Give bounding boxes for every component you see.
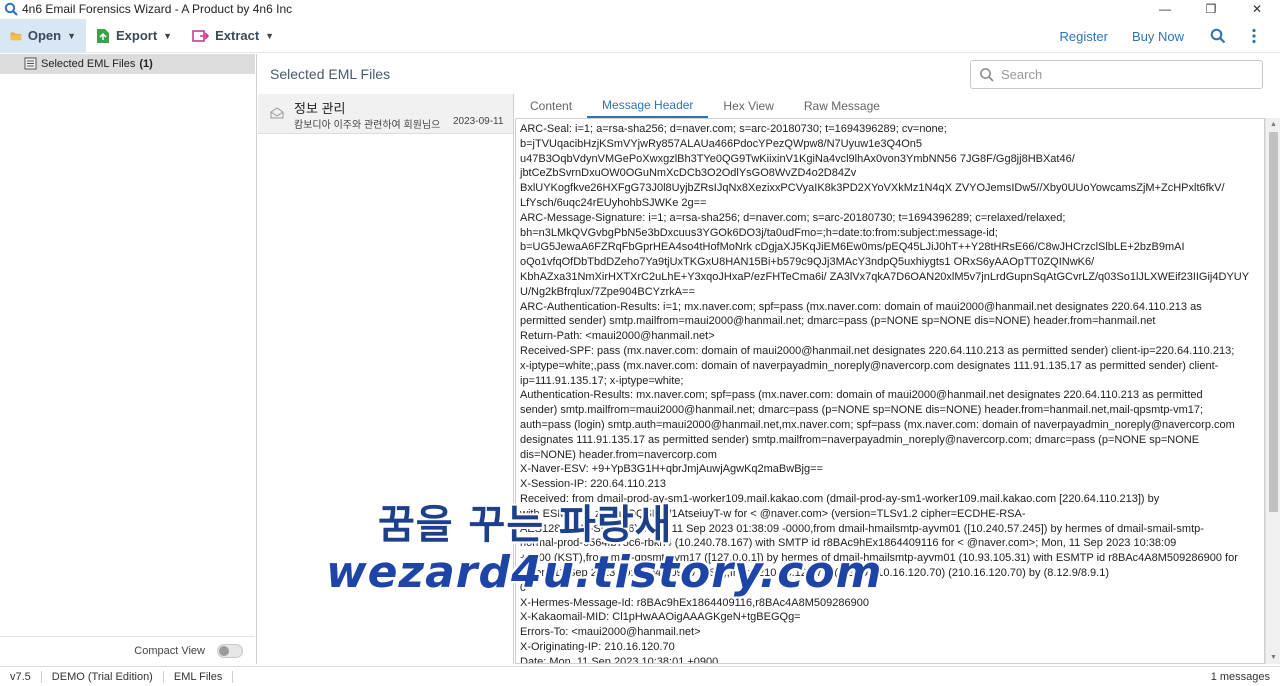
window-controls: — ❐ ✕ xyxy=(1142,0,1280,18)
header-line: bh=n3LMkQVGvbgPbN5e3bDxcuus3YGOk6DO3j/ta… xyxy=(520,226,998,239)
status-edition: DEMO (Trial Edition) xyxy=(42,670,164,683)
header-line: Received: from dmail-prod-ay-sm1-worker1… xyxy=(520,492,1160,505)
title-bar: 4n6 Email Forensics Wizard - A Product b… xyxy=(0,0,1280,18)
header-line: ARC-Message-Signature: i=1; a=rsa-sha256… xyxy=(520,211,1066,224)
vertical-scrollbar[interactable]: ▲ ▼ xyxy=(1265,118,1280,664)
close-button[interactable]: ✕ xyxy=(1234,0,1280,18)
header-line: AES128-GCM-SHA256); Mon, 11 Sep 2023 01:… xyxy=(520,522,1204,535)
header-line: Errors-To: <maui2000@hanmail.net> xyxy=(520,626,701,639)
extract-label: Extract xyxy=(215,28,260,43)
status-message-count: 1 messages xyxy=(1210,671,1270,683)
header-line: X-Naver-ESV: +9+YpB3G1H+qbrJmjAuwjAgwKq2… xyxy=(520,463,823,476)
header-line: x-iptype=white;,pass (mx.naver.com: doma… xyxy=(520,359,1219,372)
search-icon xyxy=(980,67,994,82)
export-label: Export xyxy=(116,28,158,43)
chevron-down-icon: ▼ xyxy=(265,30,275,41)
message-date: 2023-09-11 xyxy=(453,116,504,127)
page-title: Selected EML Files xyxy=(270,66,391,82)
envelope-icon xyxy=(270,107,284,119)
export-button[interactable]: Export ▼ xyxy=(86,19,182,53)
open-label: Open xyxy=(27,28,62,43)
view-tabs: Content Message Header Hex View Raw Mess… xyxy=(515,94,1280,118)
header-line: ARC-Authentication-Results: i=1; mx.nave… xyxy=(520,300,1202,313)
search-box xyxy=(970,60,1263,89)
scroll-down-icon[interactable]: ▼ xyxy=(1269,653,1278,662)
header-line: designates 111.91.135.17 as permitted se… xyxy=(520,433,1200,446)
chevron-down-icon: ▼ xyxy=(67,30,76,41)
tab-raw-message[interactable]: Raw Message xyxy=(789,94,895,118)
tab-content[interactable]: Content xyxy=(515,94,587,118)
header-line: Date: Mon, 11 Sep 2023 10:38:01 +0900 xyxy=(520,655,719,664)
toolbar: Open ▼ Export ▼ Extract ▼ Register Buy N… xyxy=(0,18,1280,53)
header-line: with ESMTP id zzy-hqOQSMW1AtseiuyT-w for… xyxy=(520,507,1026,520)
header-line: oQo1vfqOfDbTbdDZeho7Ya9tjUxTKGxU8HAN15Bi… xyxy=(520,256,1095,269)
compact-view-toggle[interactable] xyxy=(217,643,243,658)
extract-button[interactable]: Extract ▼ xyxy=(182,19,284,53)
header-line: 0 xyxy=(520,581,527,594)
header-line: X-Originating-IP: 210.16.120.70 xyxy=(520,640,675,653)
search-icon[interactable] xyxy=(1208,26,1228,46)
sidebar-item-count: (1) xyxy=(139,58,153,70)
header-line: u47B3OqbVdynVMGePoXwxgzlBh3TYe0QG9TwKiix… xyxy=(520,152,1075,165)
sidebar-item-selected-eml-files[interactable]: Selected EML Files (1) xyxy=(0,54,255,74)
search-input[interactable] xyxy=(1001,67,1251,82)
message-header-text: ARC-Seal: i=1; a=rsa-sha256; d=naver.com… xyxy=(516,119,1264,664)
header-line: KbhAZxa31NmXirHXTXrC2uLhE+Y3xqoJHxaP/ezF… xyxy=(520,270,1250,283)
scroll-up-icon[interactable]: ▲ xyxy=(1269,120,1278,129)
header-line: Return-Path: <maui2000@hanmail.net> xyxy=(520,330,715,343)
window-title: 4n6 Email Forensics Wizard - A Product b… xyxy=(22,2,293,16)
header-line: auth=pass (login) smtp.auth=maui2000@han… xyxy=(520,418,1235,431)
register-link[interactable]: Register xyxy=(1060,29,1108,44)
buy-now-link[interactable]: Buy Now xyxy=(1132,29,1184,44)
message-list: 정보 관리 캄보디아 이주와 관련하여 회원님으 2023-09-11 xyxy=(258,94,514,664)
header-line: X-Hermes-Message-Id: r8BAc9hEx1864409116… xyxy=(520,596,869,609)
header-line: X-Kakaomail-MID: Cl1pHwAAOigAAAGKgeN+tgB… xyxy=(520,611,801,624)
list-item[interactable]: 정보 관리 캄보디아 이주와 관련하여 회원님으 2023-09-11 xyxy=(258,94,513,134)
app-logo-icon xyxy=(4,2,18,16)
open-button[interactable]: Open ▼ xyxy=(0,18,86,53)
message-from: 캄보디아 이주와 관련하여 회원님으 xyxy=(294,120,441,131)
header-line: Authentication-Results: mx.naver.com; sp… xyxy=(520,389,1203,402)
status-mode: EML Files xyxy=(164,670,234,683)
header-line: ip=111.91.135.17; x-iptype=white; xyxy=(520,374,684,387)
header-line: b=jTVUqacibHzjKSmVYjwRy857ALAUa466PdocYP… xyxy=(520,137,922,150)
tab-hex-view[interactable]: Hex View xyxy=(708,94,788,118)
header-line: permitted sender) smtp.mailfrom=maui2000… xyxy=(520,315,1156,328)
header-line: BxlUYKogfkve26HXFgG73J0l8UyjbZRsIJqNx8Xe… xyxy=(520,182,1225,195)
header-line: +0900 (KST),from mail-qpsmtp-vm17 ([127.… xyxy=(520,552,1238,565)
message-subject: 정보 관리 xyxy=(294,101,346,116)
scroll-thumb[interactable] xyxy=(1269,132,1278,512)
eml-file-icon xyxy=(24,57,37,70)
left-panel: Selected EML Files (1) Compact View xyxy=(0,54,257,664)
header-line: ARC-Seal: i=1; a=rsa-sha256; d=naver.com… xyxy=(520,123,947,135)
header-line: Received-SPF: pass (mx.naver.com: domain… xyxy=(520,344,1235,357)
header-line: LfYsch/6uqc24rEUyhohbSJWKe 2g== xyxy=(520,196,707,209)
tab-message-header[interactable]: Message Header xyxy=(587,94,709,118)
status-version: v7.5 xyxy=(0,670,42,683)
header-line: normal-prod-6564fb75c6-rbkn4 (10.240.78.… xyxy=(520,537,1177,550)
header-line: U/Ng2kBfrqlux/7Zpe904BCYzrkA== xyxy=(520,285,695,298)
message-header-view[interactable]: ARC-Seal: i=1; a=rsa-sha256; d=naver.com… xyxy=(515,118,1265,664)
header-line: b=UG5JewaA6FZRqFbGprHEA4so4tHofMoNrk cDg… xyxy=(520,241,1185,254)
content-header: Selected EML Files xyxy=(258,54,1280,94)
status-bar: v7.5 DEMO (Trial Edition) EML Files 1 me… xyxy=(0,666,1280,686)
header-line: jbtCeZbSvrnDxuOW0OGuNmXcDCb3O2OdlYsGO8Wv… xyxy=(520,167,857,180)
header-line: dis=NONE) header.from=navercorp.com xyxy=(520,448,717,461)
header-line: ; Mon, 11 Sep 2023 10:38:04 +0900 (KST),… xyxy=(520,566,1109,579)
compact-view-row: Compact View xyxy=(0,636,255,664)
toolbar-right: Register Buy Now xyxy=(1060,19,1280,53)
restore-button[interactable]: ❐ xyxy=(1188,0,1234,18)
extract-icon xyxy=(192,29,210,42)
minimize-button[interactable]: — xyxy=(1142,0,1188,18)
folder-icon xyxy=(10,32,22,40)
header-line: sender) smtp.mailfrom=maui2000@hanmail.n… xyxy=(520,404,1204,417)
export-icon xyxy=(97,28,109,43)
chevron-down-icon: ▼ xyxy=(163,30,173,41)
sidebar-item-label: Selected EML Files xyxy=(41,58,136,70)
header-line: X-Session-IP: 220.64.110.213 xyxy=(520,478,666,491)
more-options-icon[interactable] xyxy=(1244,26,1264,46)
compact-view-label: Compact View xyxy=(134,644,205,657)
